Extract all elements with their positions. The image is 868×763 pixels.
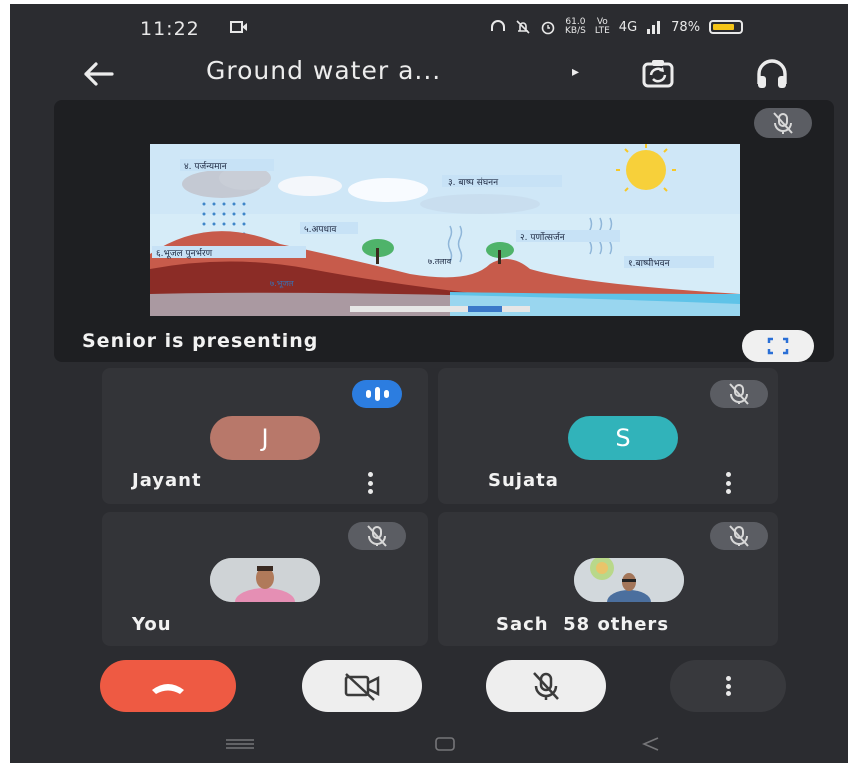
back-nav-icon[interactable] bbox=[636, 736, 666, 752]
end-call-button[interactable] bbox=[100, 660, 236, 712]
title-expand-arrow[interactable]: ▸ bbox=[572, 64, 579, 80]
avatar-jayant: J bbox=[210, 416, 320, 460]
battery-icon bbox=[709, 20, 744, 34]
muted-indicator bbox=[710, 380, 768, 408]
avatar-you-photo bbox=[210, 558, 320, 602]
camera-off-icon bbox=[344, 673, 380, 701]
presenter-muted-indicator bbox=[754, 108, 812, 138]
water-cycle-diagram: ४. पर्जन्यमान ३. बाष्प संघनन ५.अपधाव २. … bbox=[150, 144, 740, 316]
more-options-button[interactable] bbox=[670, 660, 786, 712]
meet-screen: 11:22 61.0 KB/S Vo LTE 4G 78% Ground water… bbox=[10, 4, 848, 763]
mic-off-icon bbox=[773, 112, 793, 134]
participant-tile-jayant[interactable]: J Jayant bbox=[102, 368, 428, 504]
mic-off-icon bbox=[367, 525, 387, 547]
headphones-icon[interactable] bbox=[750, 54, 794, 94]
switch-camera-icon[interactable] bbox=[636, 54, 680, 94]
participant-name: Sach 58 others bbox=[496, 614, 670, 635]
shared-slide: ४. पर्जन्यमान ३. बाष्प संघनन ५.अपधाव २. … bbox=[150, 144, 740, 316]
user-photo bbox=[210, 558, 320, 602]
camera-toggle-button[interactable] bbox=[302, 660, 422, 712]
label-transpiration: २. पर्णोत्सर्जन bbox=[520, 231, 566, 243]
label-groundwater: ७.भूजल bbox=[270, 279, 294, 289]
mic-off-icon bbox=[729, 383, 749, 405]
muted-indicator bbox=[710, 522, 768, 550]
mic-off-icon bbox=[533, 672, 559, 700]
label-lake: ७.तलाव bbox=[428, 257, 452, 266]
network-speed: 61.0 KB/S bbox=[565, 17, 586, 36]
participant-photo bbox=[574, 558, 684, 602]
signal-icon bbox=[647, 21, 661, 34]
label-condensation: ३. बाष्प संघनन bbox=[448, 177, 499, 188]
participant-name: You bbox=[132, 614, 172, 635]
back-arrow-icon[interactable] bbox=[76, 56, 120, 92]
fullscreen-button[interactable] bbox=[742, 330, 814, 362]
fullscreen-icon bbox=[767, 337, 789, 355]
participant-tile-sujata[interactable]: S Sujata bbox=[438, 368, 778, 504]
participant-tile-you[interactable]: You bbox=[102, 512, 428, 646]
label-evaporation: १.बाष्पीभवन bbox=[628, 257, 671, 269]
battery-percent: 78% bbox=[671, 19, 701, 35]
participant-name: Sujata bbox=[488, 470, 559, 491]
mute-notification-icon bbox=[516, 20, 530, 34]
recents-menu-icon[interactable] bbox=[220, 736, 260, 752]
label-runoff: ५.अपधाव bbox=[304, 225, 337, 235]
participant-tile-others[interactable]: Sach 58 others bbox=[438, 512, 778, 646]
status-time: 11:22 bbox=[140, 18, 200, 40]
headset-status-icon bbox=[491, 20, 505, 31]
label-precipitation: ४. पर्जन्यमान bbox=[184, 160, 228, 172]
more-options-icon[interactable] bbox=[360, 472, 380, 494]
home-icon[interactable] bbox=[430, 736, 460, 752]
avatar-sach-photo bbox=[574, 558, 684, 602]
meeting-title[interactable]: Ground water a... bbox=[206, 56, 441, 85]
label-infiltration: ६.भूजल पुनर्भरण bbox=[156, 247, 213, 259]
avatar-sujata: S bbox=[568, 416, 678, 460]
status-indicators: 61.0 KB/S Vo LTE 4G 78% bbox=[490, 17, 744, 36]
speaking-indicator bbox=[352, 380, 402, 408]
alarm-icon bbox=[541, 21, 555, 35]
volte-indicator: Vo LTE bbox=[594, 17, 610, 36]
network-type: 4G bbox=[618, 19, 638, 35]
more-options-icon[interactable] bbox=[718, 472, 738, 494]
mic-off-icon bbox=[729, 525, 749, 547]
system-nav-bar bbox=[10, 726, 848, 763]
hang-up-icon bbox=[152, 684, 184, 694]
participant-name: Jayant bbox=[132, 470, 202, 491]
more-vert-icon bbox=[718, 676, 738, 696]
screen-record-icon bbox=[230, 21, 247, 33]
muted-indicator bbox=[348, 522, 406, 550]
presentation-tile[interactable]: ४. पर्जन्यमान ३. बाष्प संघनन ५.अपधाव २. … bbox=[54, 100, 834, 362]
mic-toggle-button[interactable] bbox=[486, 660, 606, 712]
presenting-label: Senior is presenting bbox=[82, 330, 319, 352]
